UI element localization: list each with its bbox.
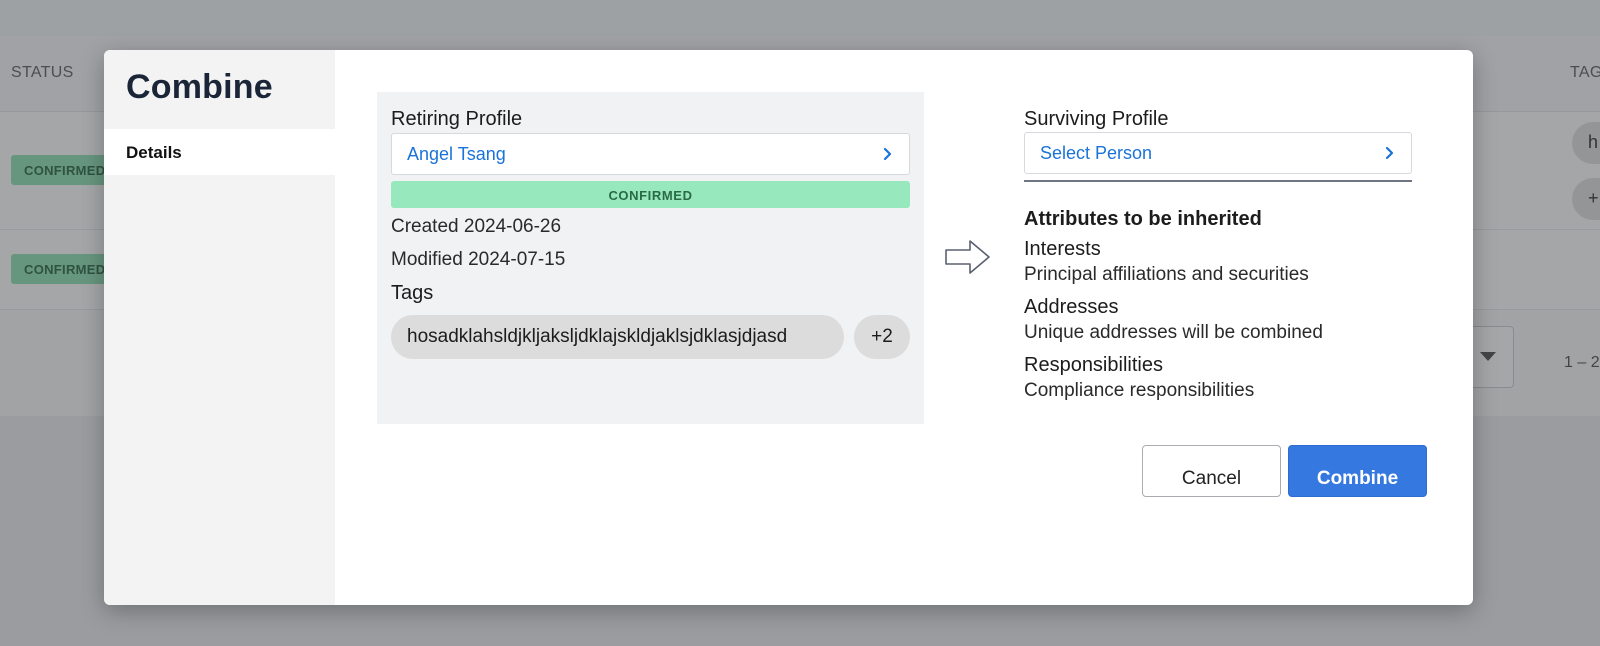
retiring-profile-panel: Retiring Profile Angel Tsang CONFIRMED C…	[377, 92, 924, 424]
cancel-button[interactable]: Cancel	[1142, 445, 1281, 497]
attribute-desc-interests: Principal affiliations and securities	[1024, 264, 1309, 285]
tags-label: Tags	[391, 282, 434, 304]
chevron-right-icon	[1385, 146, 1394, 160]
surviving-profile-label: Surviving Profile	[1024, 108, 1169, 130]
created-date: Created 2024-06-26	[391, 216, 562, 237]
chevron-right-icon	[883, 147, 892, 161]
modified-date: Modified 2024-07-15	[391, 249, 566, 270]
surviving-divider	[1024, 180, 1412, 182]
dialog-title: Combine	[126, 68, 273, 106]
retiring-person-select[interactable]: Angel Tsang	[391, 133, 910, 175]
attribute-title-responsibilities: Responsibilities	[1024, 354, 1163, 376]
retiring-person-name: Angel Tsang	[407, 144, 506, 164]
attributes-heading: Attributes to be inherited	[1024, 208, 1262, 230]
tab-details[interactable]: Details	[104, 129, 335, 175]
surviving-person-select[interactable]: Select Person	[1024, 132, 1412, 174]
dialog-sidebar: Combine Details	[104, 50, 335, 605]
attribute-desc-addresses: Unique addresses will be combined	[1024, 322, 1323, 343]
attribute-title-interests: Interests	[1024, 238, 1101, 260]
arrow-right-icon	[945, 240, 990, 274]
surviving-person-placeholder: Select Person	[1040, 143, 1153, 163]
tag-chip[interactable]: hosadklahsldjkljaksljdklajskldjaklsjdkla…	[391, 315, 844, 359]
attribute-title-addresses: Addresses	[1024, 296, 1119, 318]
combine-dialog: Combine Details Retiring Profile Angel T…	[104, 50, 1473, 605]
status-badge: CONFIRMED	[391, 181, 910, 208]
combine-button[interactable]: Combine	[1288, 445, 1427, 497]
more-tags-chip[interactable]: +2	[854, 315, 910, 359]
retiring-profile-label: Retiring Profile	[391, 108, 523, 130]
attribute-desc-responsibilities: Compliance responsibilities	[1024, 380, 1255, 401]
